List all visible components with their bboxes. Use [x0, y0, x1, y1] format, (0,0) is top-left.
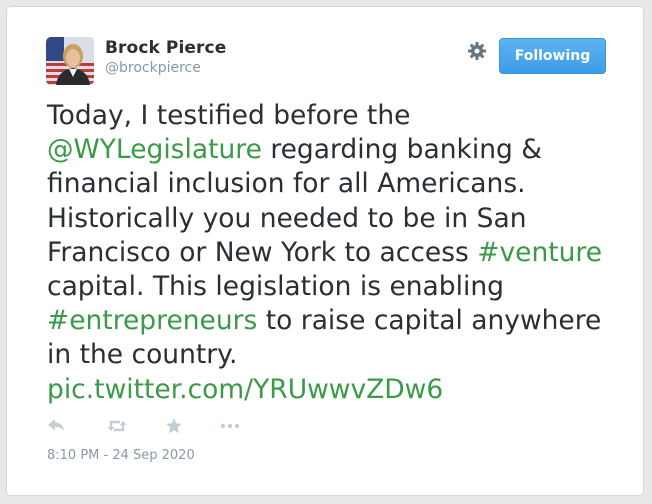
avatar-image [46, 37, 94, 85]
tweet-timestamp[interactable]: 8:10 PM - 24 Sep 2020 [47, 448, 195, 463]
media-link[interactable]: pic.twitter.com/YRUwwvZDw6 [47, 374, 443, 405]
following-button[interactable]: Following [499, 38, 606, 74]
tweet-card: Brock Pierce @brockpierce Following Toda… [6, 6, 644, 496]
hashtag-link-venture[interactable]: #venture [477, 237, 602, 268]
user-handle[interactable]: @brockpierce [105, 60, 201, 76]
user-name[interactable]: Brock Pierce [105, 38, 226, 58]
tweet-text-segment: Today, I testified before the [47, 100, 411, 131]
favorite-icon[interactable] [163, 415, 185, 437]
hashtag-link-entrepreneurs[interactable]: #entrepreneurs [47, 305, 257, 336]
mention-link[interactable]: @WYLegislature [47, 134, 262, 165]
reply-icon[interactable] [45, 415, 67, 437]
more-icon[interactable] [219, 415, 241, 437]
avatar[interactable] [46, 37, 94, 85]
tweet-text: Today, I testified before the @WYLegisla… [47, 99, 627, 407]
tweet-text-segment: capital. This legislation is enabling [47, 271, 504, 303]
gear-icon[interactable] [467, 41, 487, 61]
retweet-icon[interactable] [106, 415, 128, 437]
